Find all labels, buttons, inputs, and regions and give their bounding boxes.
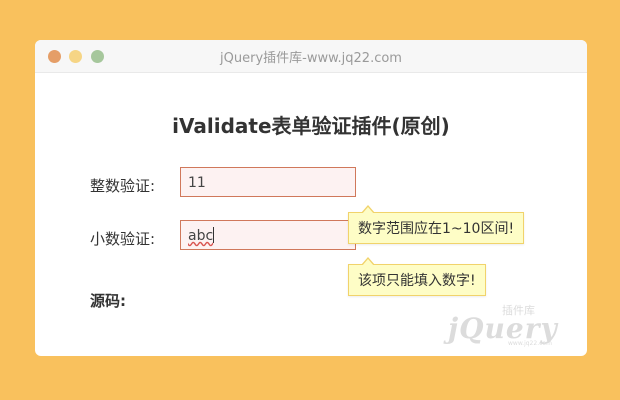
- window-title: jQuery插件库-www.jq22.com: [220, 51, 402, 66]
- integer-label: 整数验证:: [90, 177, 156, 195]
- source-label: 源码:: [90, 292, 126, 310]
- watermark-url: www.jq22.com: [508, 340, 552, 347]
- browser-window: jQuery插件库-www.jq22.com iValidate表单验证插件(原…: [35, 40, 587, 356]
- range-error-tooltip: 数字范围应在1~10区间!: [348, 205, 525, 244]
- jquery-watermark-logo: 插件库 jQuery www.jq22.com: [440, 302, 580, 350]
- decimal-input-value: abc: [188, 228, 214, 244]
- number-error-tooltip: 该项只能填入数字!: [348, 257, 486, 296]
- integer-input[interactable]: 11: [180, 167, 356, 197]
- decimal-input[interactable]: abc: [180, 220, 356, 250]
- decimal-label: 小数验证:: [90, 230, 156, 248]
- text-caret: [213, 227, 215, 243]
- integer-input-value: 11: [188, 175, 206, 191]
- title-bar: jQuery插件库-www.jq22.com: [35, 40, 587, 73]
- page-title: iValidate表单验证插件(原创): [172, 114, 450, 138]
